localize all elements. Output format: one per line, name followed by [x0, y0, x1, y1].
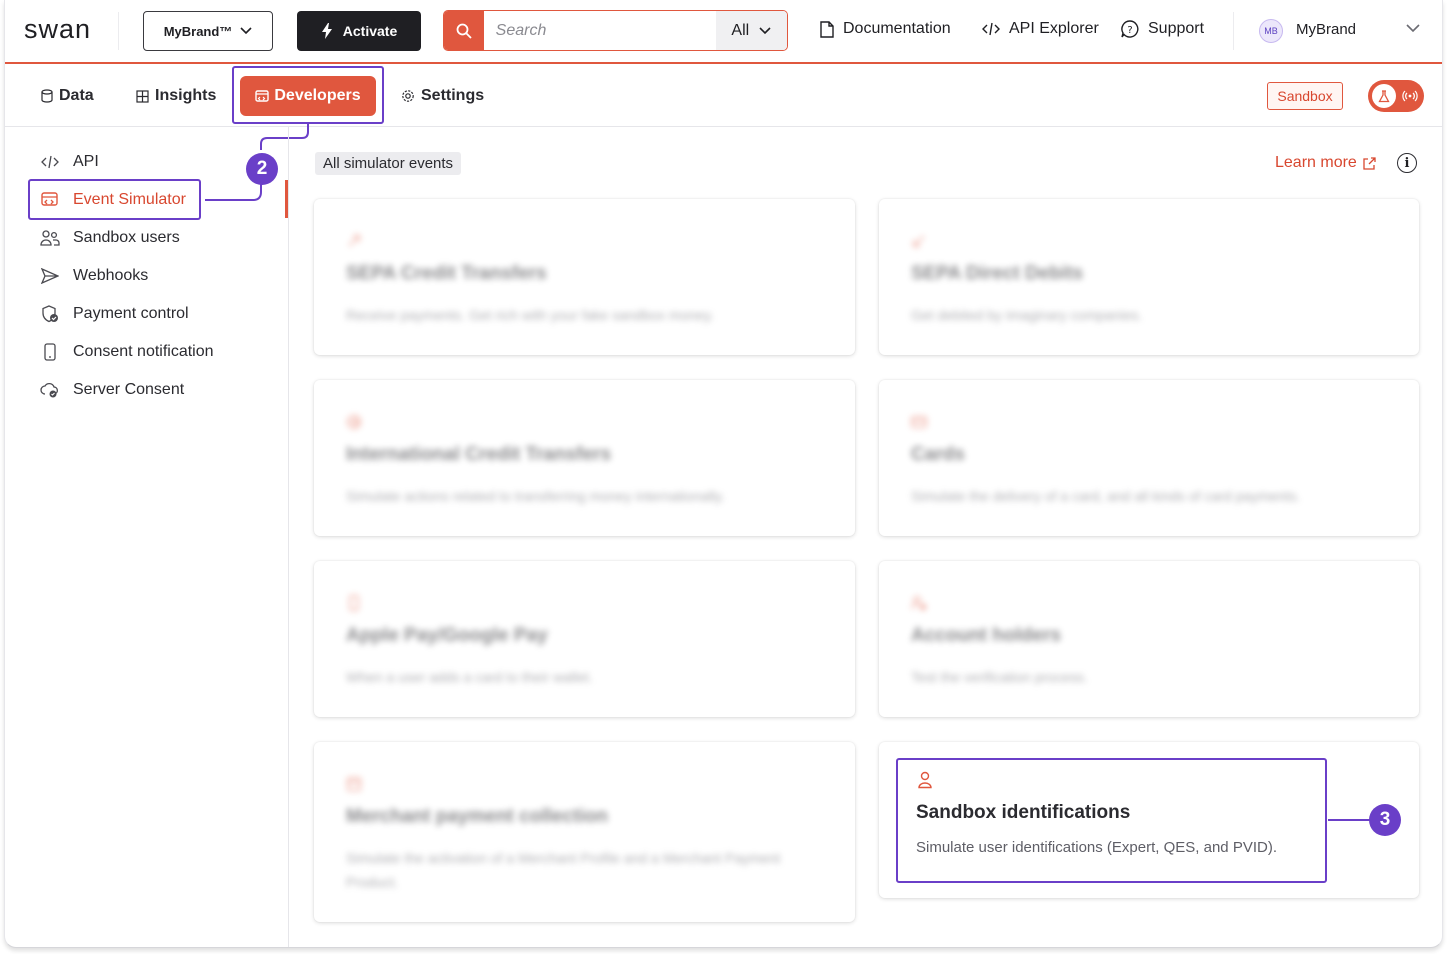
event-card-cards[interactable]: Cards Simulate the delivery of a card, a…: [879, 380, 1419, 536]
event-card-sepa-credit-transfers[interactable]: SEPA Credit Transfers Receive payments. …: [314, 199, 855, 355]
shield-check-icon: [42, 305, 58, 323]
sidebar-item-label: Server Consent: [73, 381, 185, 398]
sidebar-item-label: API: [73, 153, 99, 170]
card-title: SEPA Credit Transfers: [346, 263, 547, 284]
transfer-icon: [348, 235, 360, 247]
info-icon[interactable]: i: [1397, 153, 1417, 173]
sidebar-item-event-simulator[interactable]: Event Simulator: [39, 188, 186, 212]
sidebar-item-payment-control[interactable]: Payment control: [39, 302, 189, 326]
gear-icon: [402, 90, 414, 102]
environment-toggle[interactable]: [1368, 80, 1424, 112]
documentation-link[interactable]: Documentation: [820, 20, 951, 38]
api-explorer-label: API Explorer: [1009, 20, 1099, 37]
phone-icon: [44, 343, 56, 361]
search-button[interactable]: [444, 11, 484, 50]
card-title: SEPA Direct Debits: [911, 263, 1084, 284]
search-input[interactable]: [483, 11, 716, 50]
search-icon: [456, 23, 472, 39]
sidebar-item-label: Sandbox users: [73, 229, 180, 246]
debit-icon: [913, 235, 925, 247]
divider: [1233, 12, 1234, 50]
app-window: swan MyBrand™ Activate All Documentation: [4, 0, 1443, 948]
search-bar: All: [443, 10, 788, 51]
sidebar-item-api[interactable]: API: [39, 150, 99, 174]
tab-settings-label: Settings: [421, 87, 485, 104]
event-card-account-holders[interactable]: Account holders Test the verification pr…: [879, 561, 1419, 717]
api-explorer-link[interactable]: API Explorer: [982, 20, 1099, 38]
support-link[interactable]: ? Support: [1121, 20, 1204, 38]
event-card-apple-pay-google-pay[interactable]: Apple Pay/Google Pay When a user adds a …: [314, 561, 855, 717]
user-check-icon: [911, 596, 926, 610]
tab-settings[interactable]: Settings: [401, 66, 484, 126]
activate-label: Activate: [342, 23, 398, 39]
card-description: Simulate actions related to transferring…: [346, 488, 725, 504]
card-title: Apple Pay/Google Pay: [346, 625, 548, 646]
learn-more-link[interactable]: Learn more: [1275, 154, 1376, 172]
user-name[interactable]: MyBrand: [1296, 21, 1356, 38]
event-card-sepa-direct-debits[interactable]: SEPA Direct Debits Get debited by imagin…: [879, 199, 1419, 355]
sidebar-item-label: Consent notification: [73, 343, 214, 360]
card-description: Get debited by imaginary companies.: [911, 307, 1143, 323]
card-description: When a user adds a card to their wallet.: [346, 669, 593, 685]
globe-icon: [347, 415, 361, 429]
card-title: Sandbox identifications: [916, 802, 1131, 823]
chevron-down-icon[interactable]: [1406, 24, 1420, 33]
credit-card-icon: [911, 416, 927, 428]
code-icon: [41, 155, 59, 169]
card-title: Cards: [911, 444, 965, 465]
card-description: Simulate the delivery of a card, and all…: [911, 488, 1301, 504]
sidebar-item-label: Payment control: [73, 305, 189, 322]
sidebar: API Event Simulator Sandbox users Webhoo…: [5, 127, 289, 947]
users-icon: [40, 230, 60, 246]
sidebar-item-server-consent[interactable]: Server Consent: [39, 378, 184, 402]
card-title: Account holders: [911, 625, 1061, 646]
learn-more-label: Learn more: [1275, 154, 1357, 171]
documentation-label: Documentation: [843, 20, 951, 37]
avatar[interactable]: MB: [1259, 19, 1283, 43]
card-description: Simulate user identifications (Expert, Q…: [916, 839, 1277, 856]
sidebar-item-webhooks[interactable]: Webhooks: [39, 264, 148, 288]
card-description: Receive payments. Get rich with your fak…: [346, 307, 714, 323]
card-description: Test the verification process.: [911, 669, 1088, 685]
card-title: International Credit Transfers: [346, 444, 612, 465]
sidebar-item-consent-notification[interactable]: Consent notification: [39, 340, 214, 364]
event-card-international-credit-transfers[interactable]: International Credit Transfers Simulate …: [314, 380, 855, 536]
sidebar-item-label: Event Simulator: [73, 191, 186, 208]
send-icon: [41, 268, 59, 284]
active-indicator: [285, 180, 288, 218]
search-scope-label: All: [731, 21, 750, 39]
flask-icon: [1372, 84, 1396, 108]
sandbox-badge: Sandbox: [1267, 82, 1343, 110]
broadcast-icon: [1402, 90, 1418, 102]
step-callout-3: 3: [1369, 804, 1401, 836]
code-icon: [982, 22, 1000, 36]
event-card-merchant-payment-collection[interactable]: Merchant payment collection Simulate the…: [314, 742, 855, 922]
support-label: Support: [1148, 20, 1205, 37]
phone-icon: [349, 595, 359, 611]
document-icon: [820, 20, 834, 38]
svg-text:?: ?: [1127, 25, 1132, 36]
step-callout-2: 2: [246, 153, 278, 185]
sidebar-item-label: Webhooks: [73, 267, 149, 284]
search-scope-select[interactable]: All: [715, 11, 787, 50]
store-icon: [346, 777, 362, 791]
chevron-down-icon: [759, 26, 771, 34]
user-icon: [918, 771, 932, 789]
simulator-icon: [41, 192, 58, 206]
external-link-icon: [1363, 156, 1376, 170]
help-icon: ?: [1121, 20, 1139, 38]
card-description: Simulate the activation of a Merchant Pr…: [346, 850, 781, 890]
filter-chip[interactable]: All simulator events: [315, 152, 462, 175]
sidebar-item-sandbox-users[interactable]: Sandbox users: [39, 226, 180, 250]
cloud-icon: [40, 382, 58, 398]
card-title: Merchant payment collection: [346, 806, 608, 827]
